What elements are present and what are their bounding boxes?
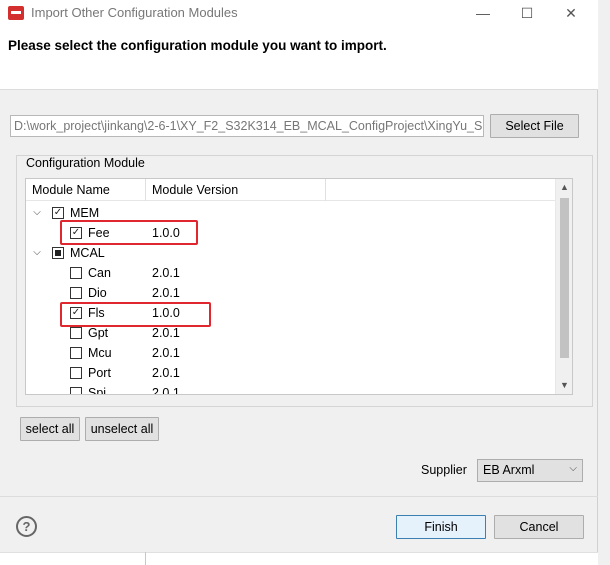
group-label: Configuration Module	[24, 156, 147, 170]
chevron-down-icon[interactable]: ⌵	[32, 203, 42, 223]
app-icon	[8, 6, 24, 20]
tree-scrollbar[interactable]: ▲ ▼	[555, 179, 572, 394]
tree-row-spi[interactable]: Spi 2.0.1	[26, 383, 556, 395]
row-version: 2.0.1	[152, 286, 180, 300]
column-header-module-name[interactable]: Module Name	[26, 179, 146, 201]
tree-header: Module Name Module Version	[26, 179, 556, 201]
checkbox-mem[interactable]: ✓	[52, 207, 64, 219]
checkbox-dio[interactable]	[70, 287, 82, 299]
title-bar: Import Other Configuration Modules — ☐ ✕	[0, 0, 598, 26]
module-tree[interactable]: Module Name Module Version ⌵ ✓ MEM ✓ Fee…	[25, 178, 573, 395]
highlight-box-fee	[60, 220, 198, 245]
row-name: MCAL	[70, 246, 105, 260]
scroll-thumb[interactable]	[560, 198, 569, 358]
row-name: Port	[88, 366, 111, 380]
row-version: 2.0.1	[152, 386, 180, 395]
path-field[interactable]: D:\work_project\jinkang\2-6-1\XY_F2_S32K…	[10, 115, 484, 137]
tree-row-mcal[interactable]: ⌵ MCAL	[26, 243, 556, 263]
close-button[interactable]: ✕	[554, 0, 588, 26]
row-version: 2.0.1	[152, 326, 180, 340]
tree-row-mcu[interactable]: Mcu 2.0.1	[26, 343, 556, 363]
row-version: 2.0.1	[152, 346, 180, 360]
window-title: Import Other Configuration Modules	[31, 5, 238, 20]
row-name: MEM	[70, 206, 100, 220]
supplier-selected-value: EB Arxml	[483, 463, 535, 477]
row-name: Can	[88, 266, 111, 280]
highlight-box-fls	[60, 302, 211, 327]
row-name: Mcu	[88, 346, 112, 360]
tree-row-port[interactable]: Port 2.0.1	[26, 363, 556, 383]
tree-row-can[interactable]: Can 2.0.1	[26, 263, 556, 283]
supplier-select[interactable]: EB Arxml ⌵	[477, 459, 583, 482]
select-file-button[interactable]: Select File	[490, 114, 579, 138]
column-header-module-version[interactable]: Module Version	[146, 179, 326, 201]
checkbox-can[interactable]	[70, 267, 82, 279]
row-name: Dio	[88, 286, 107, 300]
select-all-button[interactable]: select all	[20, 417, 80, 441]
header-area: Please select the configuration module y…	[0, 26, 598, 90]
header-instruction: Please select the configuration module y…	[8, 38, 387, 53]
minimize-button[interactable]: —	[466, 0, 500, 26]
scroll-up-icon[interactable]: ▲	[556, 179, 572, 196]
checkbox-gpt[interactable]	[70, 327, 82, 339]
dialog-window: Import Other Configuration Modules — ☐ ✕…	[0, 0, 598, 565]
checkbox-port[interactable]	[70, 367, 82, 379]
checkbox-mcu[interactable]	[70, 347, 82, 359]
cancel-button[interactable]: Cancel	[494, 515, 584, 539]
row-version: 2.0.1	[152, 266, 180, 280]
checkbox-mcal[interactable]	[52, 247, 64, 259]
chevron-down-icon: ⌵	[569, 463, 577, 474]
tree-row-dio[interactable]: Dio 2.0.1	[26, 283, 556, 303]
supplier-label: Supplier	[421, 463, 467, 477]
bottom-divider	[145, 552, 146, 565]
scroll-down-icon[interactable]: ▼	[556, 377, 572, 394]
bottom-strip	[0, 552, 598, 565]
finish-button[interactable]: Finish	[396, 515, 486, 539]
unselect-all-button[interactable]: unselect all	[85, 417, 159, 441]
chevron-down-icon[interactable]: ⌵	[32, 243, 42, 263]
row-version: 2.0.1	[152, 366, 180, 380]
checkbox-spi[interactable]	[70, 387, 82, 394]
row-name: Gpt	[88, 326, 109, 340]
row-name: Spi	[88, 386, 107, 395]
maximize-button[interactable]: ☐	[510, 0, 544, 26]
help-icon[interactable]: ?	[16, 516, 37, 537]
footer-divider	[0, 496, 598, 497]
